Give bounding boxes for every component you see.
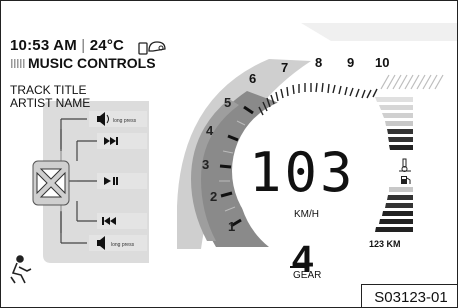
rpm-label-10: 10 <box>375 55 389 70</box>
redline-zone <box>380 74 444 90</box>
gear-label: GEAR <box>293 270 322 281</box>
dashboard-screen: 1 2 3 4 5 6 7 8 9 10 103 KM/H long press… <box>0 0 458 308</box>
track-title: TRACK TITLE <box>10 83 87 97</box>
joystick-diagram: long press long press <box>32 101 149 263</box>
rpm-label-9: 9 <box>347 55 354 70</box>
fuel-temp-bar-gauge <box>375 97 413 232</box>
rpm-label-7: 7 <box>281 60 288 75</box>
speed-unit: KM/H <box>294 209 319 220</box>
rpm-label-6: 6 <box>249 71 256 86</box>
rpm-label-1: 1 <box>228 219 235 234</box>
rpm-label-4: 4 <box>206 123 214 138</box>
ambient-temperature: 24°C <box>89 37 125 54</box>
artist-name: ARTIST NAME <box>10 96 91 110</box>
helmet-icon <box>148 41 166 52</box>
status-row: 10:53 AM | 24°C <box>10 37 124 54</box>
figure-code: S03123-01 <box>361 284 457 307</box>
temperature-icon <box>399 158 411 172</box>
phone-icon <box>138 42 148 55</box>
long-press-label-up: long press <box>113 118 137 124</box>
music-controls-title-row: MUSIC CONTROLS <box>10 55 156 71</box>
rpm-label-5: 5 <box>224 95 231 110</box>
fuel-icon <box>401 176 411 184</box>
speed-value: 103 <box>249 141 356 204</box>
rpm-label-2: 2 <box>210 189 217 204</box>
rider-icon <box>10 255 32 284</box>
rpm-label-8: 8 <box>315 55 322 70</box>
music-controls-title: MUSIC CONTROLS <box>28 55 156 71</box>
fuel-range: 123 KM <box>369 239 401 249</box>
clock: 10:53 AM <box>10 37 77 54</box>
status-separator: | <box>81 37 86 54</box>
rpm-label-3: 3 <box>202 157 209 172</box>
long-press-label-down: long press <box>111 242 135 248</box>
